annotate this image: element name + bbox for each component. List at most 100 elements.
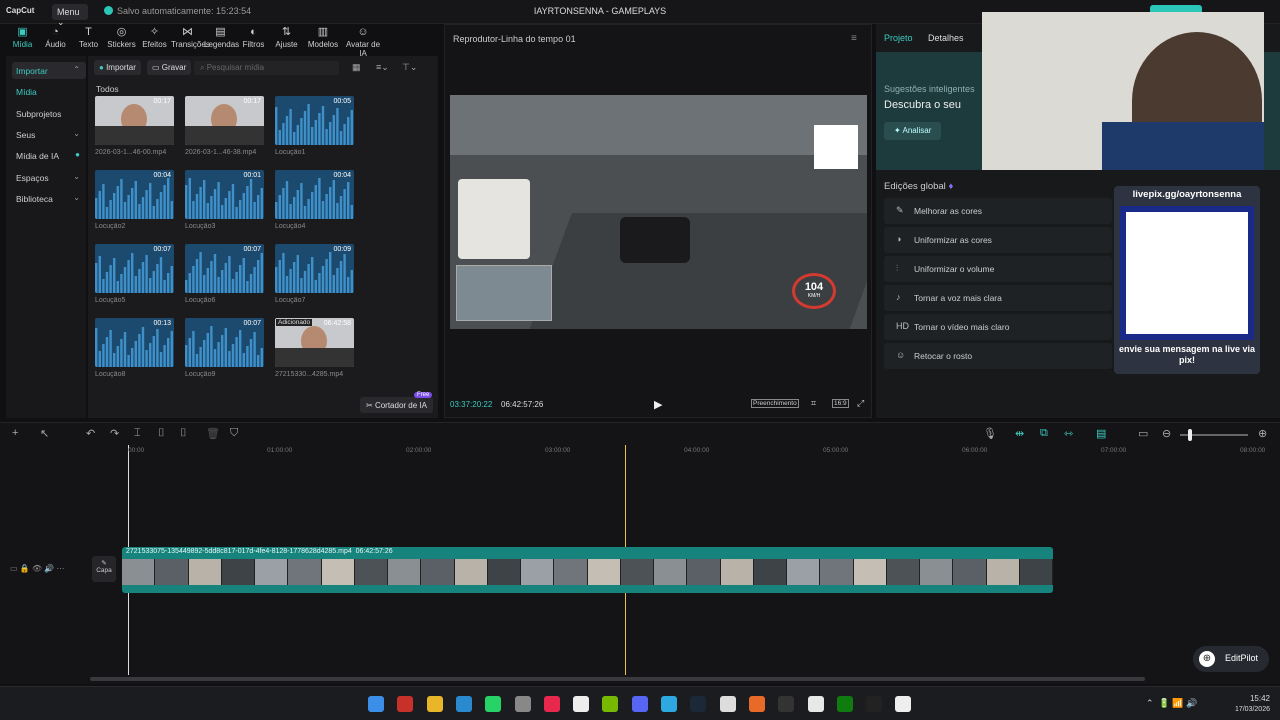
taskbar-app-icon[interactable] bbox=[368, 696, 384, 712]
taskbar-app-icon[interactable] bbox=[866, 696, 883, 712]
tab-captions[interactable]: ▤ Legendas bbox=[204, 24, 239, 52]
audio-thumbnail[interactable]: 00:05 bbox=[275, 96, 354, 145]
select-tool-icon[interactable]: ↖ bbox=[40, 427, 49, 440]
tab-filters[interactable]: ◐ Filtros bbox=[237, 24, 270, 52]
taskbar-app-icon[interactable] bbox=[543, 696, 560, 712]
editpilot-button[interactable]: ⊕ EditPilot bbox=[1193, 646, 1269, 672]
player-menu-icon[interactable]: ≡ bbox=[851, 33, 857, 44]
video-thumbnail[interactable]: 00:17 bbox=[95, 96, 174, 145]
video-thumbnail[interactable]: 00:17 bbox=[185, 96, 264, 145]
taskbar-app-icon[interactable] bbox=[661, 696, 677, 712]
taskbar-app-icon[interactable] bbox=[690, 696, 707, 712]
tab-audio[interactable]: ◔ Áudio bbox=[39, 24, 72, 52]
sidebar-item-import[interactable]: Importar ⌃ bbox=[12, 62, 86, 79]
snap-icon[interactable]: ⧉ bbox=[1040, 427, 1048, 440]
ruler-tick: 01:00:00 bbox=[267, 447, 293, 454]
taskbar-app-icon[interactable] bbox=[397, 696, 414, 712]
action-hd[interactable]: HD Tornar o vídeo mais claro bbox=[884, 314, 1112, 340]
filter-icon[interactable]: ⊤⌄ bbox=[402, 62, 417, 73]
sidebar-item-subprojects[interactable]: Subprojetos bbox=[12, 105, 86, 122]
marker-icon[interactable]: ⛉ bbox=[230, 427, 238, 440]
tab-text[interactable]: T Texto bbox=[72, 24, 105, 52]
analyze-button[interactable]: ✦ Analisar bbox=[884, 122, 942, 140]
taskbar-app-icon[interactable] bbox=[836, 696, 853, 712]
tab-details[interactable]: Detalhes bbox=[928, 33, 964, 43]
track-controls[interactable]: ▭ 🔒 👁 🔊 ⋯ bbox=[10, 564, 65, 573]
trim-left-icon[interactable]: ⌷ bbox=[158, 427, 165, 440]
aspect-ratio-button[interactable]: 16:9 bbox=[832, 399, 849, 408]
taskbar-app-icon[interactable] bbox=[514, 696, 531, 712]
timeline-scrollbar[interactable] bbox=[90, 677, 1145, 681]
sidebar-item-media[interactable]: Mídia bbox=[12, 83, 86, 100]
taskbar-app-icon[interactable] bbox=[778, 696, 795, 712]
taskbar-app-icon[interactable] bbox=[807, 696, 824, 712]
video-thumbnail[interactable]: 06:42:58 Adicionado bbox=[275, 318, 354, 367]
taskbar-app-icon[interactable] bbox=[602, 696, 619, 712]
tab-templates[interactable]: ▥ Modelos bbox=[303, 24, 343, 52]
delete-icon[interactable]: 🗑 bbox=[206, 427, 220, 440]
taskbar-app-icon[interactable] bbox=[719, 696, 736, 712]
grid-view-icon[interactable]: ▦ bbox=[352, 62, 361, 73]
link-icon[interactable]: ⇹ bbox=[1015, 427, 1024, 440]
project-title[interactable]: IAYRTONSENNA - GAMEPLAYS bbox=[520, 6, 680, 16]
audio-thumbnail[interactable]: 00:04 bbox=[275, 170, 354, 219]
trim-right-icon[interactable]: ⌷ bbox=[180, 427, 187, 440]
tab-transitions[interactable]: ⋈ Transições bbox=[171, 24, 210, 52]
sidebar-item-yours[interactable]: Seus ⌄ bbox=[12, 126, 86, 143]
action-volume-eq[interactable]: ⫶ Uniformizar o volume bbox=[884, 256, 1112, 282]
cover-button[interactable]: ✎ Capa bbox=[92, 556, 116, 582]
import-button[interactable]: ● Importar bbox=[94, 60, 141, 75]
action-wand[interactable]: ✎ Melhorar as cores bbox=[884, 198, 1112, 224]
search-input[interactable]: ⌕ Pesquisar mídia bbox=[194, 61, 339, 75]
video-clip[interactable]: 2721533075-135449892-5dd8c817-017d-4fe4-… bbox=[122, 547, 1053, 593]
microphone-icon[interactable]: 🎙 bbox=[983, 427, 997, 440]
taskbar-app-icon[interactable] bbox=[573, 696, 590, 712]
play-icon[interactable]: ▶ bbox=[654, 398, 662, 411]
track-layout-icon[interactable]: ▤ bbox=[1096, 427, 1106, 440]
caption-icon[interactable]: ▭ bbox=[1138, 427, 1148, 440]
fill-mode-button[interactable]: Preenchimento bbox=[751, 399, 799, 408]
tab-media[interactable]: ▣ Mídia bbox=[6, 24, 39, 52]
action-color-match[interactable]: ◑ Uniformizar as cores bbox=[884, 227, 1112, 253]
action-face[interactable]: ☺ Retocar o rosto bbox=[884, 343, 1112, 369]
redo-icon[interactable]: ↷ bbox=[110, 427, 119, 440]
action-voice[interactable]: ♪ Tornar a voz mais clara bbox=[884, 285, 1112, 311]
audio-thumbnail[interactable]: 00:04 bbox=[95, 170, 174, 219]
record-button[interactable]: ▭ Gravar bbox=[147, 60, 192, 75]
zoom-in-icon[interactable]: ⊕ bbox=[1258, 427, 1267, 440]
taskbar-app-icon[interactable] bbox=[426, 696, 443, 712]
undo-icon[interactable]: ↶ bbox=[86, 427, 95, 440]
taskbar-app-icon[interactable] bbox=[631, 696, 648, 712]
fullscreen-icon[interactable]: ⤢ bbox=[857, 398, 864, 409]
tab-project[interactable]: Projeto bbox=[884, 33, 913, 43]
taskbar-app-icon[interactable] bbox=[455, 696, 472, 712]
sidebar-item-spaces[interactable]: Espaços ⌄ bbox=[12, 169, 86, 186]
menu-button[interactable]: Menu ⌄ bbox=[52, 4, 88, 27]
tab-adjust[interactable]: ⇅ Ajuste bbox=[270, 24, 303, 52]
sort-icon[interactable]: ≡⌄ bbox=[376, 62, 389, 73]
sidebar-item-library[interactable]: Biblioteca ⌄ bbox=[12, 190, 86, 207]
audio-thumbnail[interactable]: 00:07 bbox=[185, 318, 264, 367]
tab-effects[interactable]: ✧ Efeitos bbox=[138, 24, 171, 52]
audio-thumbnail[interactable]: 00:09 bbox=[275, 244, 354, 293]
audio-thumbnail[interactable]: 00:13 bbox=[95, 318, 174, 367]
split-icon[interactable]: ⌶ bbox=[134, 427, 141, 440]
zoom-slider[interactable] bbox=[1180, 429, 1248, 441]
audio-thumbnail[interactable]: 00:07 bbox=[95, 244, 174, 293]
zoom-handle[interactable] bbox=[1188, 429, 1192, 441]
frame-icon[interactable]: ⌗ bbox=[811, 398, 816, 409]
taskbar-app-icon[interactable] bbox=[748, 696, 765, 712]
taskbar-app-icon[interactable] bbox=[895, 696, 912, 712]
audio-thumbnail[interactable]: 00:07 bbox=[185, 244, 264, 293]
ai-cutter-button[interactable]: ✂ Cortador de IA bbox=[360, 397, 433, 413]
tab-sticker[interactable]: ◎ Stickers bbox=[105, 24, 138, 52]
audio-thumbnail[interactable]: 00:01 bbox=[185, 170, 264, 219]
zoom-out-icon[interactable]: ⊖ bbox=[1162, 427, 1171, 440]
preview-axis-icon[interactable]: ⇿ bbox=[1064, 427, 1073, 440]
tab-ai-avatar[interactable]: ☺ Avatar de IA bbox=[343, 24, 383, 59]
video-preview[interactable]: 104 KM/H bbox=[450, 95, 867, 329]
taskbar-app-icon[interactable] bbox=[485, 696, 502, 712]
sidebar-item-ai-media[interactable]: Mídia de IA ● bbox=[12, 147, 86, 164]
tray-icons[interactable]: ⌃ 🔋 📶 🔊 bbox=[1146, 698, 1197, 709]
add-track-icon[interactable]: + bbox=[12, 427, 18, 439]
